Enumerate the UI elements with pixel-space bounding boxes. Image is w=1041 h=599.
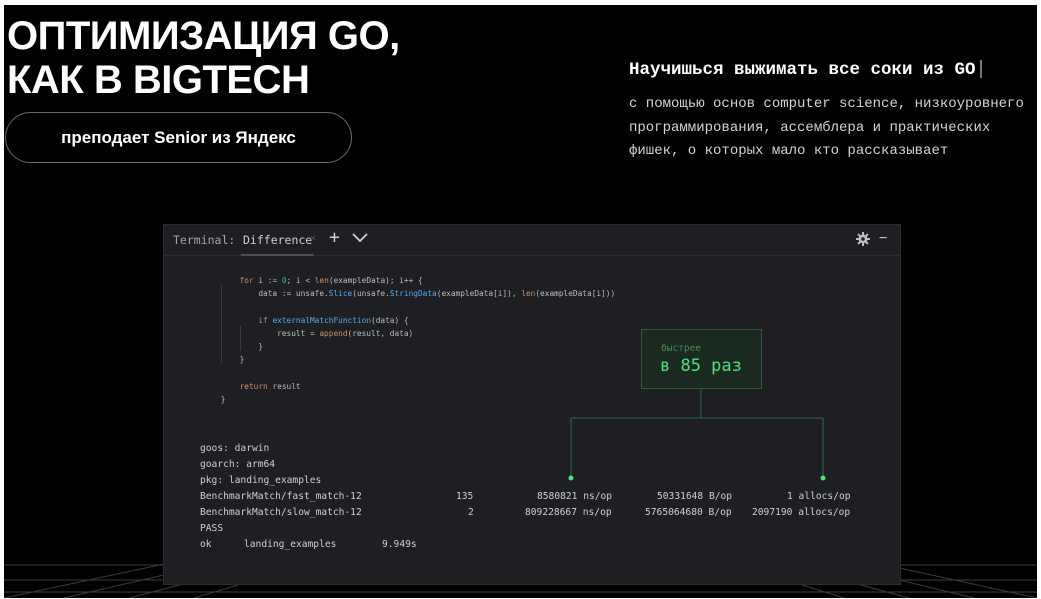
bench-name: BenchmarkMatch/fast_match-12 <box>200 491 362 502</box>
output-goos: goos: darwin <box>200 443 270 454</box>
hero-title: ОПТИМИЗАЦИЯ GO, КАК В BIGTECH <box>7 14 400 102</box>
text-cursor <box>979 60 982 79</box>
callout-value: в 85 раз <box>660 356 742 376</box>
bench-name: BenchmarkMatch/slow_match-12 <box>200 507 362 518</box>
bench-bytes-per-op: 5765064680 B/op <box>645 507 732 518</box>
terminal-window: Terminal: Difference × + − for i:= 0; i… <box>163 224 901 585</box>
instructor-pill-button[interactable]: преподает Senior из Яндекс <box>5 112 352 163</box>
output-ok-time: 9.949s <box>382 539 417 550</box>
bench-iterations: 135 <box>456 491 474 502</box>
output-pass: PASS <box>200 523 224 534</box>
callout-caption: быстрее <box>661 343 702 354</box>
bench-allocs-per-op: 2097190 allocs/op <box>752 507 851 518</box>
output-goarch: goarch: arm64 <box>200 459 276 470</box>
tagline-text: Научишься выжимать все соки из GO <box>629 60 976 80</box>
description-line-3: фишек, о которых мало кто рассказывает <box>629 143 949 159</box>
landing-page: ОПТИМИЗАЦИЯ GO, КАК В BIGTECH преподает … <box>4 5 1037 598</box>
hero-title-line-2: КАК В BIGTECH <box>7 58 310 102</box>
bench-ns-per-op: 8580821 ns/op <box>537 491 613 502</box>
output-pkg: pkg: landing_examples <box>200 475 322 486</box>
description-line-2: программирования, ассемблера и практичес… <box>629 119 991 136</box>
bench-bytes-per-op: 50331648 B/op <box>657 491 733 502</box>
description-line-1: с помощью основ computer science, низкоу… <box>629 96 1024 112</box>
bench-iterations: 2 <box>468 507 474 518</box>
bench-allocs-per-op: 1 allocs/op <box>787 491 851 502</box>
description: с помощью основ computer science, низкоу… <box>629 93 1024 164</box>
tagline: Научишься выжимать все соки из GO <box>629 59 982 81</box>
output-ok-package: landing_examples <box>244 539 337 550</box>
bench-ns-per-op: 809228667 ns/op <box>525 507 612 518</box>
output-ok: ok <box>200 539 212 550</box>
callout-connector-lines <box>568 389 826 481</box>
hero-title-line-1: ОПТИМИЗАЦИЯ GO, <box>7 14 400 58</box>
speedup-callout: быстрее в 85 раз <box>641 329 762 389</box>
